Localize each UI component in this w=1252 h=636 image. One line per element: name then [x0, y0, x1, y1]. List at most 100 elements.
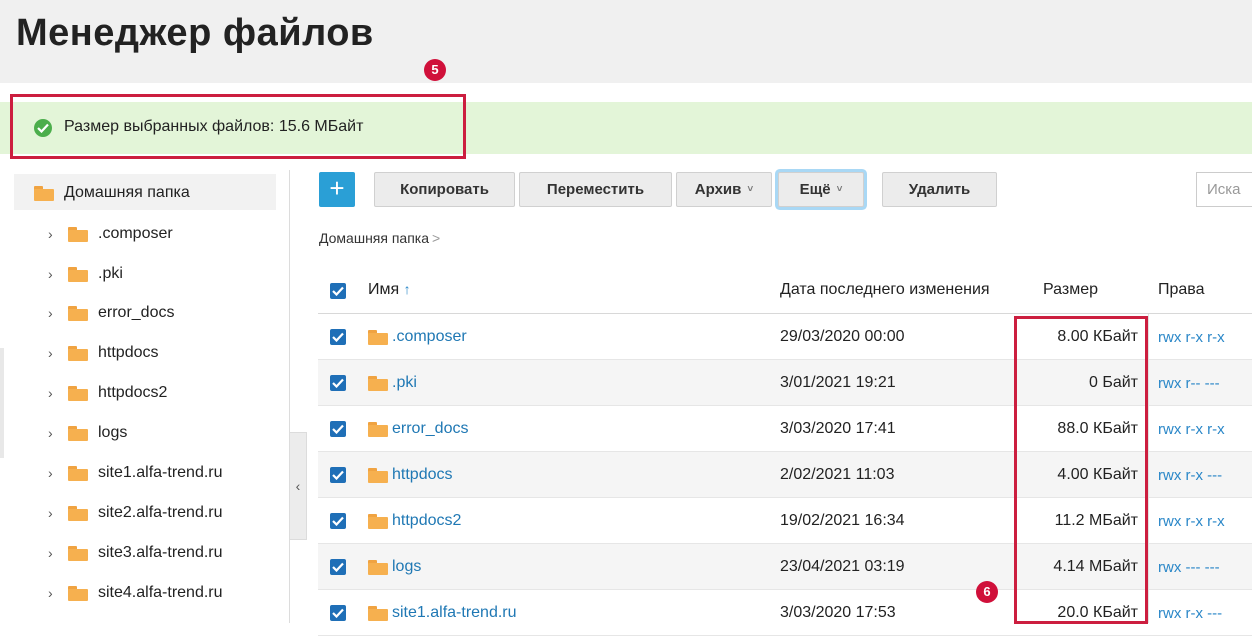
folder-icon	[368, 467, 388, 483]
tree-item-label: httpdocs2	[98, 384, 168, 401]
file-name-cell[interactable]: site1.alfa-trend.ru	[368, 590, 517, 636]
more-button-label: Ещё	[799, 181, 831, 198]
sidebar-collapse-button[interactable]: ‹	[289, 432, 307, 540]
row-checkbox[interactable]	[330, 329, 346, 345]
add-button[interactable]: +	[319, 172, 355, 207]
tree-item[interactable]: › site3.alfa-trend.ru	[48, 538, 223, 568]
folder-icon	[68, 226, 88, 242]
folder-icon	[68, 425, 88, 441]
tree-root-item[interactable]: Домашняя папка	[34, 178, 190, 208]
copy-button-label: Копировать	[400, 181, 489, 198]
archive-dropdown-button[interactable]: Архив ˅	[676, 172, 772, 207]
modified-date: 3/01/2021 19:21	[780, 374, 896, 391]
tree-item-label: site3.alfa-trend.ru	[98, 544, 223, 561]
chevron-right-icon[interactable]: ›	[48, 305, 62, 321]
chevron-right-icon[interactable]: ›	[48, 385, 62, 401]
file-name-link[interactable]: site1.alfa-trend.ru	[392, 604, 517, 622]
row-checkbox[interactable]	[330, 467, 346, 483]
modified-date: 23/04/2021 03:19	[780, 558, 905, 575]
permissions-link[interactable]: rwx r-x r-x	[1158, 314, 1225, 360]
chevron-left-icon: ‹	[295, 478, 301, 494]
folder-icon	[34, 185, 54, 201]
page-title: Менеджер файлов	[16, 12, 374, 54]
move-button[interactable]: Переместить	[519, 172, 672, 207]
tree-item[interactable]: › .pki	[48, 259, 123, 289]
chevron-right-icon[interactable]: ›	[48, 465, 62, 481]
tree-item-label: .composer	[98, 225, 173, 242]
permissions-link[interactable]: rwx r-x r-x	[1158, 406, 1225, 452]
annotation-marker-6: 6	[976, 581, 998, 603]
chevron-right-icon[interactable]: ›	[48, 425, 62, 441]
tree-item-label: site4.alfa-trend.ru	[98, 584, 223, 601]
chevron-right-icon[interactable]: ›	[48, 266, 62, 282]
modified-date: 2/02/2021 11:03	[780, 466, 895, 483]
file-name-cell[interactable]: error_docs	[368, 406, 468, 452]
tree-item-label: .pki	[98, 265, 123, 282]
chevron-right-icon[interactable]: ›	[48, 345, 62, 361]
select-all-checkbox[interactable]	[330, 283, 346, 299]
row-checkbox[interactable]	[330, 513, 346, 529]
column-header-date[interactable]: Дата последнего изменения	[780, 281, 990, 299]
permissions-link[interactable]: rwx r-x ---	[1158, 452, 1222, 498]
chevron-right-icon[interactable]: ›	[48, 505, 62, 521]
column-separator	[1148, 314, 1149, 623]
move-button-label: Переместить	[546, 181, 645, 198]
chevron-right-icon[interactable]: ›	[48, 545, 62, 561]
row-checkbox[interactable]	[330, 559, 346, 575]
column-header-size[interactable]: Размер	[1043, 281, 1098, 299]
tree-root-label: Домашняя папка	[64, 184, 190, 201]
highlight-box-notice	[10, 94, 466, 159]
folder-icon	[368, 329, 388, 345]
folder-icon	[68, 505, 88, 521]
file-name-cell[interactable]: .pki	[368, 360, 417, 406]
archive-button-label: Архив	[694, 181, 742, 198]
tree-item-label: httpdocs	[98, 344, 159, 361]
tree-item[interactable]: › httpdocs2	[48, 378, 167, 408]
permissions-link[interactable]: rwx --- ---	[1158, 544, 1220, 590]
permissions-link[interactable]: rwx r-x r-x	[1158, 498, 1225, 544]
tree-item[interactable]: › httpdocs	[48, 338, 158, 368]
column-header-name[interactable]: Имя ↑	[368, 281, 411, 299]
row-checkbox[interactable]	[330, 421, 346, 437]
file-name-cell[interactable]: .composer	[368, 314, 467, 360]
tree-item[interactable]: › logs	[48, 418, 127, 448]
modified-date: 19/02/2021 16:34	[780, 512, 905, 529]
sort-ascending-icon: ↑	[403, 281, 411, 297]
file-name-cell[interactable]: logs	[368, 544, 421, 590]
copy-button[interactable]: Копировать	[374, 172, 515, 207]
file-name-link[interactable]: error_docs	[392, 420, 468, 438]
tree-item[interactable]: › error_docs	[48, 298, 174, 328]
column-name-label: Имя	[368, 281, 400, 298]
delete-button-label: Удалить	[908, 181, 971, 198]
row-checkbox[interactable]	[330, 375, 346, 391]
folder-icon	[68, 345, 88, 361]
file-name-link[interactable]: logs	[392, 558, 421, 576]
tree-item-label: error_docs	[98, 304, 175, 321]
more-dropdown-button[interactable]: Ещё ˅	[778, 172, 864, 207]
permissions-link[interactable]: rwx r-x ---	[1158, 590, 1222, 636]
file-name-link[interactable]: httpdocs	[392, 466, 452, 484]
modified-date: 3/03/2020 17:53	[780, 604, 896, 621]
file-name-cell[interactable]: httpdocs	[368, 452, 452, 498]
folder-icon	[68, 545, 88, 561]
chevron-right-icon[interactable]: ›	[48, 585, 62, 601]
modified-date: 29/03/2020 00:00	[780, 328, 905, 345]
column-header-perms[interactable]: Права	[1158, 281, 1205, 299]
tree-item[interactable]: › site4.alfa-trend.ru	[48, 578, 223, 608]
modified-date: 3/03/2020 17:41	[780, 420, 896, 437]
permissions-link[interactable]: rwx r-- ---	[1158, 360, 1220, 406]
tree-item[interactable]: › site1.alfa-trend.ru	[48, 458, 223, 488]
delete-button[interactable]: Удалить	[882, 172, 997, 207]
breadcrumb-home[interactable]: Домашняя папка	[319, 230, 429, 246]
row-checkbox[interactable]	[330, 605, 346, 621]
search-input[interactable]: Иска	[1196, 172, 1252, 207]
tree-item[interactable]: › site2.alfa-trend.ru	[48, 498, 223, 528]
file-name-link[interactable]: .composer	[392, 328, 467, 346]
chevron-right-icon[interactable]: ›	[48, 226, 62, 242]
file-name-link[interactable]: .pki	[392, 374, 417, 392]
folder-icon	[368, 605, 388, 621]
file-name-cell[interactable]: httpdocs2	[368, 498, 461, 544]
chevron-down-icon: ˅	[747, 184, 754, 195]
file-name-link[interactable]: httpdocs2	[392, 512, 461, 530]
tree-item[interactable]: › .composer	[48, 219, 173, 249]
